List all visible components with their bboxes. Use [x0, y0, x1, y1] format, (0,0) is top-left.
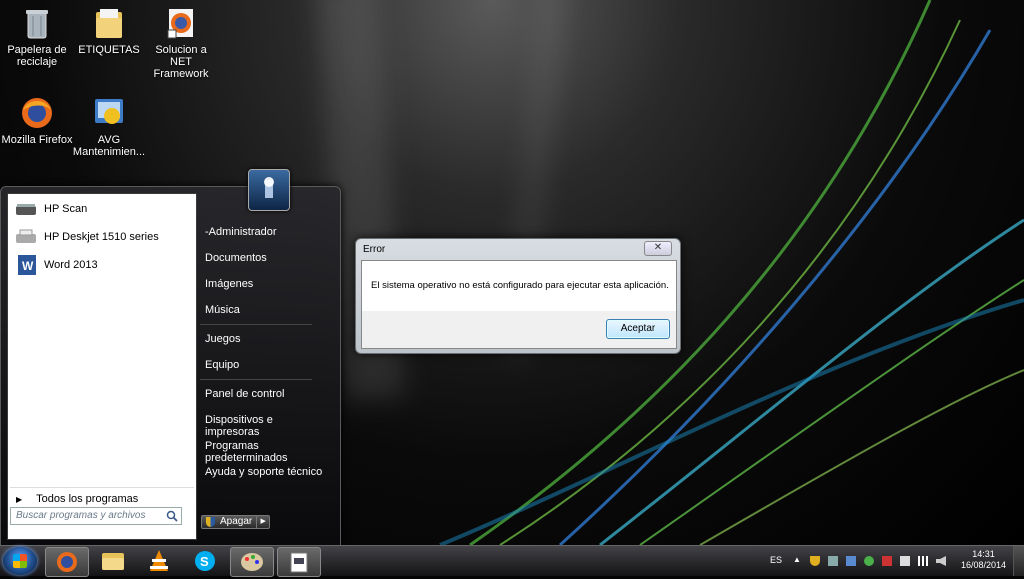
firefox-shortcut-icon	[164, 6, 198, 40]
shutdown-options-arrow[interactable]: ▶	[257, 515, 271, 529]
clock-date: 16/08/2014	[960, 560, 1006, 570]
desktop-icon-avg[interactable]: AVG Mantenimien...	[72, 96, 146, 158]
desktop-icon-label: Mozilla Firefox	[1, 134, 73, 146]
close-icon: ✕	[653, 242, 663, 253]
dialog-body: El sistema operativo no está configurado…	[361, 260, 677, 349]
program-label: HP Deskjet 1510 series	[44, 231, 159, 243]
explorer-icon	[102, 553, 124, 570]
program-word-2013[interactable]: W Word 2013	[10, 252, 194, 278]
program-hp-deskjet[interactable]: HP Deskjet 1510 series	[10, 224, 194, 250]
show-desktop-button[interactable]	[1013, 546, 1024, 576]
svg-text:S: S	[200, 554, 209, 569]
printer-icon	[14, 226, 38, 248]
shutdown-control: Apagar ▶	[201, 515, 271, 529]
avg-icon	[92, 96, 126, 130]
shield-icon	[206, 517, 215, 527]
link-documentos[interactable]: Documentos	[205, 252, 325, 264]
link-juegos[interactable]: Juegos	[205, 333, 325, 345]
tray-app-icon[interactable]	[846, 556, 856, 566]
firefox-icon	[57, 552, 77, 572]
folder-icon	[92, 6, 126, 40]
dialog-title: Error	[363, 244, 386, 255]
program-hp-scan[interactable]: HP Scan	[10, 196, 194, 222]
windows-logo-icon	[13, 554, 27, 568]
show-hidden-icons-icon[interactable]: ▲	[793, 555, 803, 565]
link-administrador[interactable]: -Administrador	[205, 226, 325, 238]
desktop-icon-label: ETIQUETAS	[78, 44, 140, 56]
dialog-message: El sistema operativo no está configurado…	[371, 280, 669, 291]
link-equipo[interactable]: Equipo	[205, 359, 325, 371]
accept-button[interactable]: Aceptar	[606, 319, 670, 339]
close-button[interactable]: ✕	[644, 241, 672, 256]
desktop-icon-solucion-net[interactable]: Solucion a NET Framework	[144, 6, 218, 80]
volume-icon[interactable]	[936, 556, 946, 566]
shutdown-button[interactable]: Apagar	[201, 515, 258, 529]
program-label: HP Scan	[44, 203, 88, 215]
word-icon: W	[14, 254, 38, 276]
document-icon	[290, 552, 308, 573]
tray-app-icon[interactable]	[864, 556, 874, 566]
start-button[interactable]	[3, 547, 37, 575]
search-input[interactable]: Buscar programas y archivos	[10, 507, 182, 525]
separator	[200, 324, 312, 325]
clock-time: 14:31	[972, 549, 995, 559]
taskbar-document[interactable]	[277, 547, 321, 577]
separator	[200, 379, 312, 380]
language-indicator[interactable]: ES	[770, 555, 782, 565]
network-signal-icon[interactable]	[918, 556, 928, 566]
firefox-icon	[20, 96, 54, 130]
scanner-icon	[14, 198, 38, 220]
program-label: Word 2013	[44, 259, 98, 271]
desktop-icon-recycle-bin[interactable]: Papelera de reciclaje	[0, 6, 74, 68]
error-dialog: Error ✕ El sistema operativo no está con…	[355, 238, 681, 354]
taskbar-skype[interactable]: S	[184, 547, 226, 575]
start-menu-programs-pane: HP Scan HP Deskjet 1510 series W Word 20…	[7, 193, 197, 540]
link-programas-predeterminados[interactable]: Programas predeterminados	[205, 440, 325, 464]
taskbar-paint[interactable]	[230, 547, 274, 577]
shutdown-label: Apagar	[220, 516, 253, 527]
skype-icon: S	[195, 551, 215, 571]
paint-icon	[241, 553, 263, 571]
search-placeholder: Buscar programas y archivos	[16, 510, 146, 521]
desktop-icon-etiquetas[interactable]: ETIQUETAS	[72, 6, 146, 56]
vlc-icon	[150, 550, 168, 571]
user-picture-icon[interactable]	[248, 169, 290, 211]
taskbar-vlc[interactable]	[138, 547, 180, 575]
link-panel-de-control[interactable]: Panel de control	[205, 388, 325, 400]
dialog-message-area: El sistema operativo no está configurado…	[362, 261, 676, 311]
link-dispositivos[interactable]: Dispositivos e impresoras	[205, 414, 325, 438]
taskbar-firefox[interactable]	[45, 547, 89, 577]
desktop-icon-firefox[interactable]: Mozilla Firefox	[0, 96, 74, 146]
taskbar: S ES ▲ 14:31 16/08/2014	[0, 545, 1024, 577]
recycle-bin-icon	[20, 6, 54, 40]
taskbar-explorer[interactable]	[92, 547, 134, 575]
arrow-right-icon: ▶	[260, 518, 266, 525]
search-icon[interactable]	[166, 510, 178, 522]
desktop-icon-label: Solucion a NET Framework	[153, 44, 209, 80]
tray-app-icon[interactable]	[900, 556, 910, 566]
link-imagenes[interactable]: Imágenes	[205, 278, 325, 290]
arrow-right-icon: ▶	[16, 494, 23, 504]
desktop-icon-label: Papelera de reciclaje	[7, 44, 67, 68]
link-ayuda[interactable]: Ayuda y soporte técnico	[205, 466, 325, 478]
clock[interactable]: 14:31 16/08/2014	[961, 549, 1006, 571]
tray-app-icon[interactable]	[882, 556, 892, 566]
svg-text:W: W	[22, 259, 34, 273]
link-musica[interactable]: Música	[205, 304, 325, 316]
shield-tray-icon[interactable]	[810, 556, 820, 566]
all-programs-label: Todos los programas	[36, 493, 139, 505]
tray-app-icon[interactable]	[828, 556, 838, 566]
desktop-icon-label: AVG Mantenimien...	[72, 134, 146, 158]
